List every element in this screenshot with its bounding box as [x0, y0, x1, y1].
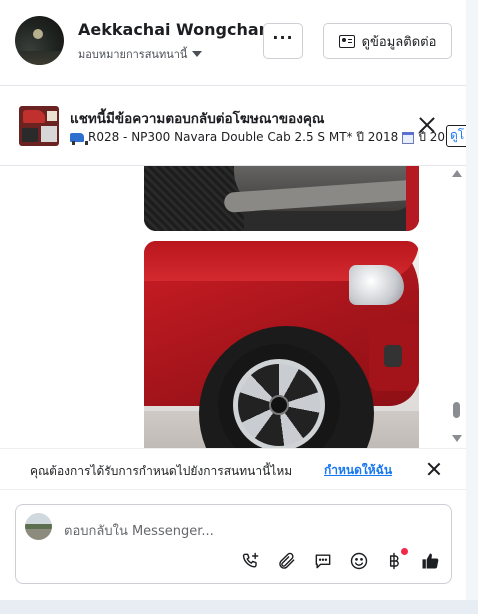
- message-thread[interactable]: [0, 166, 466, 448]
- conversation-header: Aekkachai Wongchan มอบหมายการสนทนานี้ ··…: [0, 0, 466, 86]
- view-contact-button[interactable]: ดูข้อมูลติดต่อ: [323, 23, 452, 59]
- thumbs-up-icon[interactable]: [418, 549, 442, 573]
- scroll-down-icon[interactable]: [452, 435, 462, 442]
- view-contact-label: ดูข้อมูลติดต่อ: [361, 34, 437, 50]
- chat-bubble-icon[interactable]: [311, 549, 335, 573]
- scroll-up-icon[interactable]: [452, 170, 462, 177]
- more-options-button[interactable]: ···: [263, 23, 303, 59]
- chevron-down-icon: [192, 51, 203, 57]
- ad-banner-title: แชทนี้มีข้อความตอบกลับต่อโฆษณาของคุณ: [70, 111, 325, 127]
- message-image-wheel[interactable]: [144, 241, 419, 448]
- ad-reply-banner: แชทนี้มีข้อความตอบกลับต่อโฆษณาของคุณ R02…: [0, 87, 466, 166]
- ad-subtitle-main: R028 - NP300 Navara Double Cab 2.5 S MT*…: [88, 130, 399, 144]
- assign-prompt: คุณต้องการได้รับการกำหนดไปยังการสนทนานี้…: [0, 448, 466, 490]
- call-add-icon[interactable]: [239, 549, 263, 573]
- assign-to-me-link[interactable]: กำหนดให้ฉัน: [324, 461, 392, 480]
- contact-name[interactable]: Aekkachai Wongchan: [78, 20, 270, 39]
- assign-prompt-text: คุณต้องการได้รับการกำหนดไปยังการสนทนานี้…: [30, 464, 293, 478]
- ad-banner-subtitle: R028 - NP300 Navara Double Cab 2.5 S MT*…: [70, 128, 464, 147]
- thread-scrollbar[interactable]: [450, 166, 464, 448]
- paperclip-icon[interactable]: [275, 549, 299, 573]
- right-edge: [466, 0, 478, 614]
- composer-toolbar: [236, 548, 446, 573]
- assign-dropdown[interactable]: มอบหมายการสนทนานี้: [78, 45, 203, 63]
- close-icon[interactable]: [418, 116, 436, 134]
- conversation-panel: Aekkachai Wongchan มอบหมายการสนทนานี้ ··…: [0, 0, 466, 600]
- message-composer: ตอบกลับใน Messenger...: [15, 504, 452, 584]
- calendar-icon: [402, 131, 415, 144]
- scrollbar-thumb[interactable]: [453, 402, 460, 418]
- more-icon: ···: [272, 28, 294, 47]
- message-input[interactable]: ตอบกลับใน Messenger...: [64, 520, 214, 541]
- assign-label: มอบหมายการสนทนานี้: [78, 48, 188, 61]
- close-icon[interactable]: [427, 462, 441, 476]
- ad-thumbnail: [19, 106, 59, 146]
- page-avatar: [25, 513, 52, 540]
- bottom-edge: [0, 600, 478, 614]
- truck-icon: [70, 133, 88, 145]
- message-image-interior[interactable]: [144, 166, 419, 231]
- contact-avatar[interactable]: [15, 16, 64, 65]
- emoji-icon[interactable]: [347, 549, 371, 573]
- notification-dot: [401, 548, 408, 555]
- contact-card-icon: [338, 34, 355, 48]
